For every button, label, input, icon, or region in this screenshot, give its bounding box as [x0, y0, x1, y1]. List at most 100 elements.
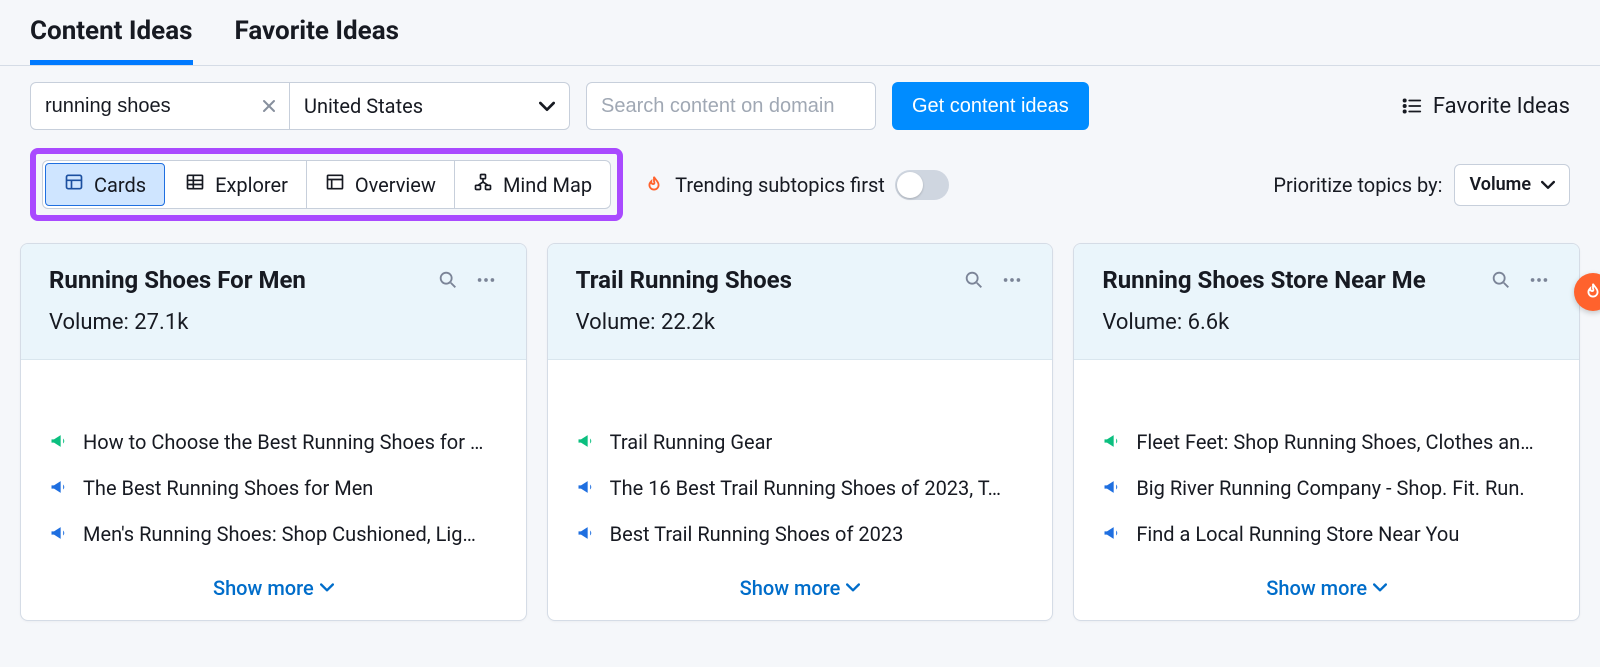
tab-content-ideas[interactable]: Content Ideas [30, 0, 193, 65]
megaphone-icon [576, 431, 598, 453]
table-icon [185, 172, 205, 197]
chevron-down-icon [539, 94, 555, 118]
view-cards[interactable]: Cards [45, 163, 165, 206]
card-title-row: Running Shoes Store Near Me [1102, 266, 1551, 294]
volume-value: 6.6k [1188, 310, 1230, 335]
view-explorer-label: Explorer [215, 173, 288, 197]
idea-text: Fleet Feet: Shop Running Shoes, Clothes … [1136, 430, 1533, 454]
view-mindmap[interactable]: Mind Map [455, 161, 610, 208]
search-icon[interactable] [436, 268, 460, 292]
megaphone-icon [49, 477, 71, 499]
view-overview[interactable]: Overview [307, 161, 455, 208]
idea-item[interactable]: How to Choose the Best Running Shoes for… [49, 430, 498, 454]
trending-label: Trending subtopics first [675, 173, 885, 197]
show-more-button[interactable]: Show more [1102, 546, 1551, 600]
view-switch: Cards Explorer Overview Mind Map [42, 160, 611, 209]
idea-list: How to Choose the Best Running Shoes for… [49, 430, 498, 546]
idea-item[interactable]: Men's Running Shoes: Shop Cushioned, Lig… [49, 522, 498, 546]
view-overview-label: Overview [355, 173, 436, 197]
card-head: Running Shoes Store Near Me Volume: 6.6k [1074, 244, 1579, 360]
idea-item[interactable]: Trail Running Gear [576, 430, 1025, 454]
card-title: Trail Running Shoes [576, 266, 949, 294]
prioritize-value: Volume [1469, 174, 1531, 195]
card-body: Fleet Feet: Shop Running Shoes, Clothes … [1074, 360, 1579, 620]
card-title-row: Running Shoes For Men [49, 266, 498, 294]
idea-text: Big River Running Company - Shop. Fit. R… [1136, 476, 1524, 500]
idea-text: Best Trail Running Shoes of 2023 [610, 522, 904, 546]
volume-value: 27.1k [134, 310, 188, 335]
megaphone-icon [49, 431, 71, 453]
more-icon[interactable] [474, 268, 498, 292]
more-icon[interactable] [1527, 268, 1551, 292]
card-volume: Volume: 27.1k [49, 310, 498, 335]
idea-text: The Best Running Shoes for Men [83, 476, 373, 500]
prioritize-wrap: Prioritize topics by: Volume [1273, 164, 1570, 206]
idea-item[interactable]: Fleet Feet: Shop Running Shoes, Clothes … [1102, 430, 1551, 454]
card-title: Running Shoes Store Near Me [1102, 266, 1475, 294]
idea-text: Men's Running Shoes: Shop Cushioned, Lig… [83, 522, 476, 546]
idea-text: The 16 Best Trail Running Shoes of 2023,… [610, 476, 1001, 500]
cards-row: Running Shoes For Men Volume: 27.1k [0, 243, 1600, 641]
idea-text: Find a Local Running Store Near You [1136, 522, 1459, 546]
card-volume: Volume: 6.6k [1102, 310, 1551, 335]
favorite-ideas-label: Favorite Ideas [1433, 94, 1570, 119]
idea-text: How to Choose the Best Running Shoes for… [83, 430, 483, 454]
prioritize-select[interactable]: Volume [1454, 164, 1570, 206]
view-explorer[interactable]: Explorer [167, 161, 307, 208]
idea-item[interactable]: Best Trail Running Shoes of 2023 [576, 522, 1025, 546]
trending-toggle: Trending subtopics first [643, 170, 949, 200]
query-input[interactable] [30, 82, 290, 130]
country-select[interactable]: United States [290, 82, 570, 130]
show-more-button[interactable]: Show more [576, 546, 1025, 600]
card-head: Trail Running Shoes Volume: 22.2k [548, 244, 1053, 360]
chevron-down-icon [1541, 174, 1555, 195]
trending-switch[interactable] [895, 170, 949, 200]
get-content-ideas-button[interactable]: Get content ideas [892, 82, 1089, 130]
megaphone-icon [576, 477, 598, 499]
idea-item[interactable]: Big River Running Company - Shop. Fit. R… [1102, 476, 1551, 500]
search-icon[interactable] [962, 268, 986, 292]
topic-card: Running Shoes For Men Volume: 27.1k [20, 243, 527, 621]
card-body: How to Choose the Best Running Shoes for… [21, 360, 526, 620]
volume-label: Volume: [576, 310, 656, 335]
toolbar: United States Get content ideas Favorite… [0, 66, 1600, 130]
list-icon [1401, 95, 1423, 117]
megaphone-icon [49, 523, 71, 545]
volume-label: Volume: [49, 310, 129, 335]
idea-item[interactable]: The Best Running Shoes for Men [49, 476, 498, 500]
flame-icon [643, 174, 665, 196]
megaphone-icon [1102, 477, 1124, 499]
show-more-label: Show more [740, 576, 841, 600]
tab-favorite-ideas[interactable]: Favorite Ideas [235, 0, 399, 65]
search-icon[interactable] [1489, 268, 1513, 292]
card-head: Running Shoes For Men Volume: 27.1k [21, 244, 526, 360]
idea-text: Trail Running Gear [610, 430, 773, 454]
view-row: Cards Explorer Overview Mind Map [0, 130, 1600, 243]
clear-icon[interactable] [258, 95, 280, 117]
volume-label: Volume: [1102, 310, 1182, 335]
show-more-label: Show more [1266, 576, 1367, 600]
volume-value: 22.2k [661, 310, 715, 335]
prioritize-label: Prioritize topics by: [1273, 173, 1442, 197]
idea-item[interactable]: The 16 Best Trail Running Shoes of 2023,… [576, 476, 1025, 500]
query-combo: United States [30, 82, 570, 130]
show-more-label: Show more [213, 576, 314, 600]
idea-list: Trail Running Gear The 16 Best Trail Run… [576, 430, 1025, 546]
country-value: United States [304, 94, 423, 118]
favorite-ideas-link[interactable]: Favorite Ideas [1401, 94, 1570, 119]
more-icon[interactable] [1000, 268, 1024, 292]
topic-card: Trail Running Shoes Volume: 22.2k [547, 243, 1054, 621]
cards-icon [64, 172, 84, 197]
megaphone-icon [1102, 431, 1124, 453]
card-title: Running Shoes For Men [49, 266, 422, 294]
megaphone-icon [576, 523, 598, 545]
show-more-button[interactable]: Show more [49, 546, 498, 600]
idea-item[interactable]: Find a Local Running Store Near You [1102, 522, 1551, 546]
view-switch-highlight: Cards Explorer Overview Mind Map [30, 148, 623, 221]
domain-search-input[interactable] [586, 82, 876, 130]
primary-tabs: Content Ideas Favorite Ideas [0, 0, 1600, 66]
card-volume: Volume: 22.2k [576, 310, 1025, 335]
overview-icon [325, 172, 345, 197]
toggle-knob [897, 172, 923, 198]
topic-card: Running Shoes Store Near Me Volume: 6.6k [1073, 243, 1580, 621]
